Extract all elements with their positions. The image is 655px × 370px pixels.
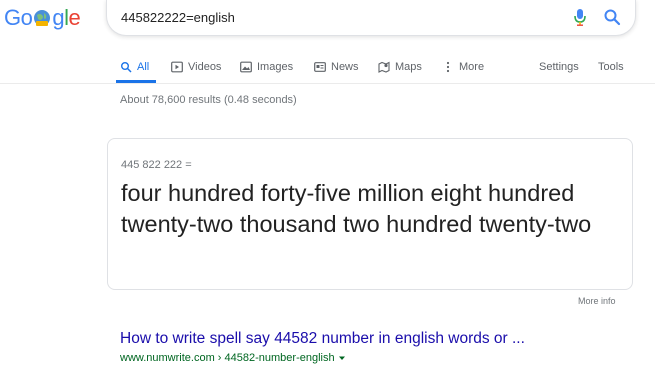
tab-label: Maps — [395, 61, 422, 73]
more-vert-icon — [446, 61, 450, 73]
tab-news[interactable]: News — [314, 57, 359, 77]
result-url: www.numwrite.com › 44582-number-english — [120, 352, 346, 364]
search-icon — [121, 62, 132, 73]
answer-query: 445 822 222 = — [121, 159, 192, 171]
tab-label: Images — [257, 61, 294, 73]
search-input[interactable] — [121, 6, 541, 28]
answer-card: 445 822 222 = four hundred forty-five mi… — [107, 138, 633, 290]
answer-text: four hundred forty-five million eight hu… — [121, 180, 592, 237]
tabs-divider — [0, 83, 655, 84]
result-title-link[interactable]: How to write spell say 44582 number in e… — [120, 330, 525, 348]
search-icon[interactable] — [603, 8, 621, 26]
result-stats: About 78,600 results (0.48 seconds) — [120, 94, 297, 106]
tab-maps[interactable]: Maps — [378, 57, 422, 77]
logo-text-prefix: Go — [4, 5, 33, 30]
tab-all[interactable]: All — [120, 57, 149, 77]
logo-text-e: e — [68, 5, 81, 30]
logo-text-g: g — [52, 5, 65, 30]
maps-icon — [378, 61, 390, 73]
search-tabs: All Videos Images News Maps More Setting… — [120, 57, 640, 77]
tab-label: Tools — [598, 61, 624, 73]
more-info-link[interactable]: More info — [578, 296, 616, 306]
tab-label: Videos — [188, 61, 222, 73]
tab-label: News — [331, 61, 359, 73]
result-url-text: www.numwrite.com › 44582-number-english — [120, 352, 335, 364]
tab-label: More — [459, 61, 485, 73]
doodle-globe-icon — [34, 10, 51, 26]
tab-settings[interactable]: Settings — [539, 57, 579, 77]
image-icon — [240, 61, 252, 73]
search-box[interactable] — [106, 0, 636, 36]
news-icon — [314, 62, 326, 72]
google-logo[interactable]: Go gle — [4, 5, 81, 31]
tab-more[interactable]: More — [442, 57, 484, 77]
microphone-icon[interactable] — [573, 8, 587, 26]
caret-down-icon[interactable] — [338, 354, 346, 362]
tab-label: Settings — [539, 61, 579, 73]
tab-tools[interactable]: Tools — [598, 57, 624, 77]
tab-label: All — [137, 61, 150, 73]
video-icon — [171, 61, 183, 73]
tab-videos[interactable]: Videos — [171, 57, 221, 77]
tab-images[interactable]: Images — [240, 57, 293, 77]
